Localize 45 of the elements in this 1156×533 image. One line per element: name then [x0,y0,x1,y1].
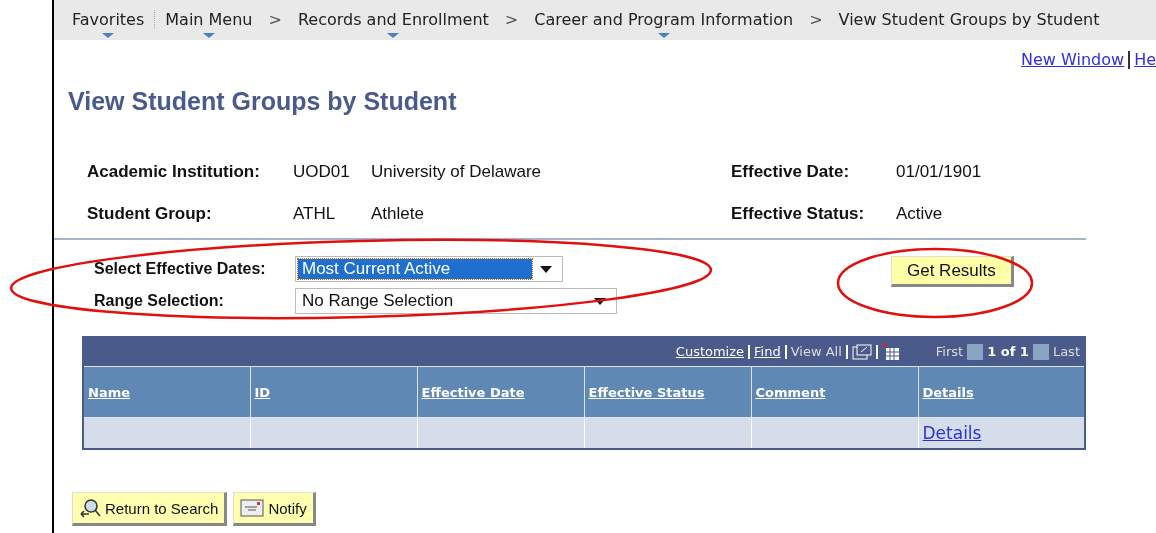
breadcrumb-item[interactable]: Career and Program Information [524,10,804,29]
column-header[interactable]: Comment [751,366,918,418]
field-label: Effective Date: [731,162,851,182]
breadcrumb-item[interactable]: Records and Enrollment [287,10,499,29]
get-results-button[interactable]: Get Results [891,256,1014,287]
header-link[interactable]: New Window [1021,50,1125,69]
breadcrumb-separator: > [808,10,824,29]
field-value: 01/01/1901 [896,162,983,182]
column-header[interactable]: ID [250,366,417,418]
dropdown-field[interactable]: No Range Selection [295,288,617,314]
last-label: Last [1052,343,1080,359]
magnifier-icon [79,498,101,518]
field-value: Active [896,204,944,224]
grid-icon[interactable] [881,343,900,361]
field-label: Student Group: [87,204,213,224]
breadcrumb-separator: > [267,10,283,29]
breadcrumb-separator: > [503,10,520,29]
column-header[interactable]: Details [918,366,1085,418]
field-value: UOD01 [293,162,351,182]
view-all-link[interactable]: View All [790,343,842,359]
field-label: Range Selection: [94,292,225,310]
breadcrumb-item[interactable]: Favorites [62,10,156,29]
page-title: View Student Groups by Student [68,87,458,116]
breadcrumb-item[interactable]: Main Menu [155,10,263,29]
column-header[interactable]: Effective Date [417,366,584,418]
field-value: University of Delaware [371,162,543,182]
zoom-window-icon[interactable] [851,344,872,360]
field-label: Select Effective Dates: [94,260,267,278]
field-label: Academic Institution: [87,162,261,182]
column-header[interactable]: Name [83,366,250,418]
find-link[interactable]: Find [754,343,781,359]
notify-button[interactable]: Notify [233,492,316,526]
details-link[interactable]: Details [922,423,982,443]
breadcrumb-item[interactable]: View Student Groups by Student [828,10,1110,29]
column-header[interactable]: Effective Status [584,366,751,418]
field-value: Athlete [371,204,425,224]
field-value: ATHL [293,204,337,224]
first-label: First [935,343,964,359]
field-label: Effective Status: [731,204,866,224]
dropdown-field[interactable]: Most Current Active [295,256,563,282]
header-link[interactable]: He [1134,50,1156,69]
customize-link[interactable]: Customize [675,343,745,359]
return-to-search-button[interactable]: Return to Search [72,492,228,526]
page-count: 1 of 1 [987,343,1029,359]
envelope-icon [240,499,265,517]
